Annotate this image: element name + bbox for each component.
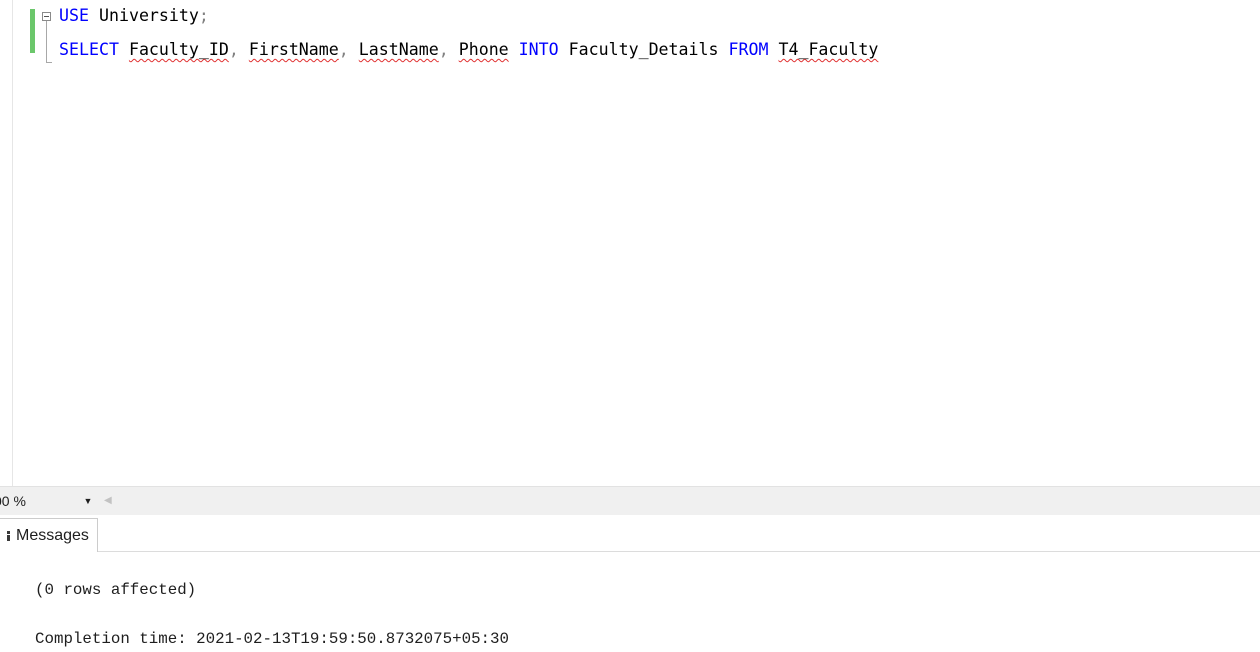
tab-messages-label: Messages [16,526,89,544]
statement-terminator: ; [198,6,209,25]
messages-icon [6,530,12,542]
target-table: Faculty_Details [568,40,719,59]
collapse-region-icon[interactable] [42,12,51,21]
outline-guide-end [46,62,52,63]
code-line-1[interactable]: USE University; [59,5,209,27]
message-rows-affected: (0 rows affected) [35,581,197,599]
editor-margin [0,0,28,486]
scroll-left-icon[interactable]: ◀ [104,493,114,509]
message-completion-time: Completion time: 2021-02-13T19:59:50.873… [35,630,509,648]
comma: , [338,40,349,59]
comma: , [228,40,239,59]
margin-divider [12,0,13,486]
query-editor[interactable]: USE University; SELECT Faculty_ID, First… [0,0,1260,486]
column-faculty-id: Faculty_ID [128,40,229,59]
comma: , [438,40,449,59]
column-firstname: FirstName [248,40,339,59]
zoom-level[interactable]: 00 % [0,493,26,509]
results-tab-strip: Messages [0,515,1260,552]
source-table: T4_Faculty [778,40,879,59]
outline-guide [46,21,47,63]
keyword-from: FROM [728,40,769,59]
code-line-2[interactable]: SELECT Faculty_ID, FirstName, LastName, … [59,39,878,61]
change-indicator-line-2 [30,31,35,53]
keyword-select: SELECT [59,40,119,59]
database-name: University [98,6,199,25]
chevron-down-icon[interactable]: ▼ [81,494,95,508]
keyword-into: INTO [518,40,559,59]
column-phone: Phone [458,40,509,59]
change-indicator-line-1 [30,9,35,31]
messages-pane[interactable]: (0 rows affected) Completion time: 2021-… [0,552,1260,652]
tab-messages[interactable]: Messages [0,518,98,552]
keyword-use: USE [59,6,89,25]
zoom-bar: 00 % ▼ ◀ [0,486,1260,515]
column-lastname: LastName [358,40,439,59]
